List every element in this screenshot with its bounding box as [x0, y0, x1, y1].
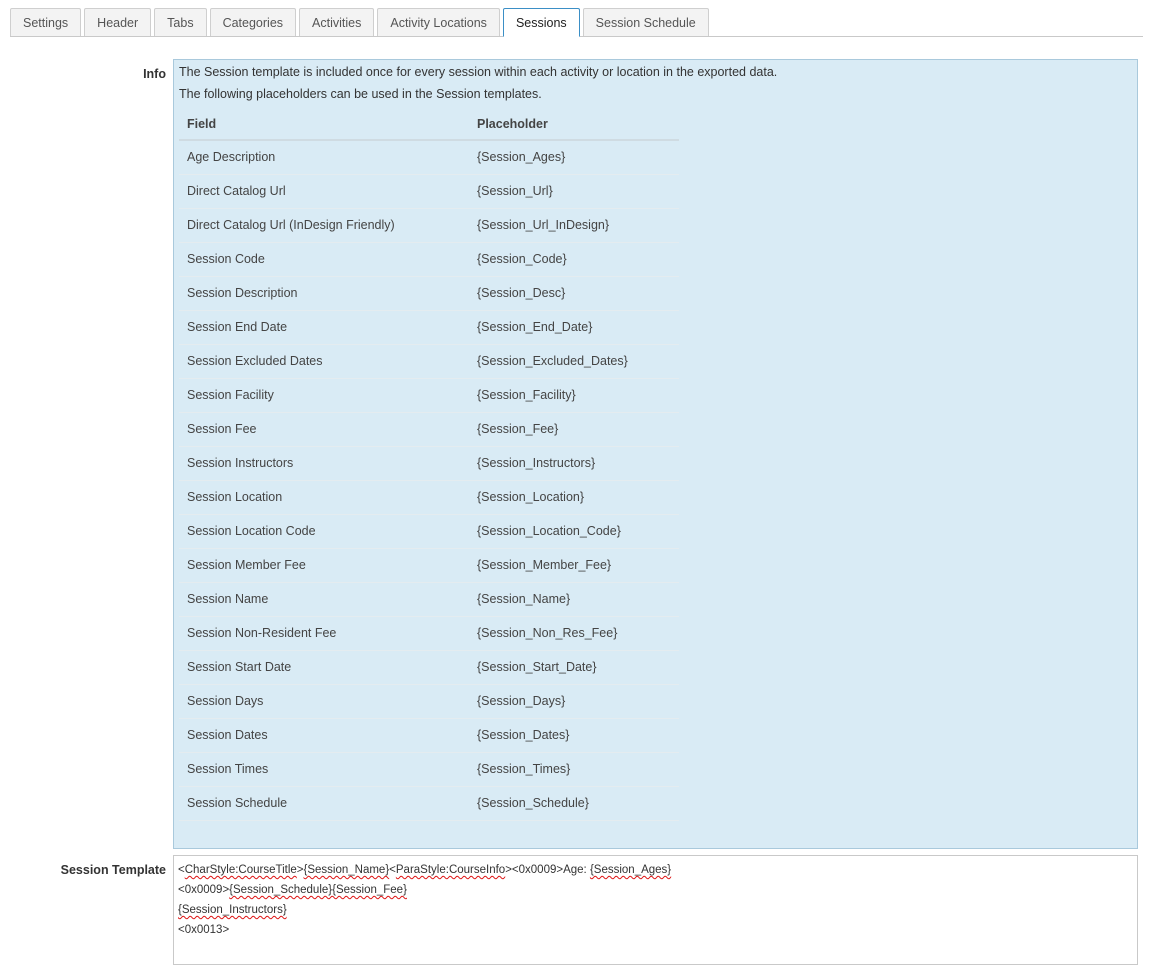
placeholder-cell: {Session_Fee}: [469, 412, 679, 447]
placeholder-cell: {Session_Url}: [469, 174, 679, 209]
template-text: <: [389, 864, 396, 876]
template-text: >: [296, 864, 304, 876]
table-row: Session Excluded Dates {Session_Excluded_…: [179, 344, 679, 379]
tab-sessions[interactable]: Sessions: [502, 8, 580, 37]
template-text: ><0x0009>Age:: [505, 864, 590, 876]
placeholder-cell: {Session_Code}: [469, 242, 679, 277]
table-header-row: Field Placeholder: [179, 108, 679, 141]
placeholder-cell: {Session_Name}: [469, 582, 679, 617]
placeholder-cell: {Session_Times}: [469, 752, 679, 787]
field-cell: Session Facility: [179, 378, 469, 413]
column-header-placeholder: Placeholder: [469, 108, 679, 141]
field-cell: Session Instructors: [179, 446, 469, 481]
field-cell: Session Times: [179, 752, 469, 787]
table-row: Session Instructors {Session_Instructors}: [179, 446, 679, 481]
placeholder-cell: {Session_Location}: [469, 480, 679, 515]
field-cell: Session Name: [179, 582, 469, 617]
field-cell: Session Dates: [179, 718, 469, 753]
field-cell: Session Schedule: [179, 786, 469, 821]
tab-bar: Settings Header Tabs Categories Activities Ac…: [10, 8, 1143, 37]
tab-header[interactable]: Header: [84, 8, 152, 36]
table-row: Direct Catalog Url (InDesign Friendly) {S…: [179, 208, 679, 243]
table-row: Session Non-Resident Fee {Session_Non_Res…: [179, 616, 679, 651]
template-text: <0x0009>: [178, 884, 230, 896]
placeholder-cell: {Session_Days}: [469, 684, 679, 719]
table-row: Session End Date {Session_End_Date}: [179, 310, 679, 345]
table-row: Session Times {Session_Times}: [179, 752, 679, 787]
table-row: Age Description {Session_Ages}: [179, 140, 679, 175]
placeholder-cell: {Session_Ages}: [469, 140, 679, 175]
session-template-editor[interactable]: <CharStyle:CourseTitle>{Session_Name}<Pa…: [173, 855, 1138, 965]
table-row: Session Code {Session_Code}: [179, 242, 679, 277]
tab-session-schedule[interactable]: Session Schedule: [582, 8, 709, 36]
placeholder-table: Field Placeholder Age Description {Sessio…: [179, 108, 679, 821]
info-description: The Session template is included once fo…: [179, 65, 778, 79]
column-header-field: Field: [179, 108, 469, 141]
template-token: CharStyle:CourseTitle: [184, 864, 297, 876]
field-cell: Session Non-Resident Fee: [179, 616, 469, 651]
placeholder-cell: {Session_Member_Fee}: [469, 548, 679, 583]
table-row: Session Location {Session_Location}: [179, 480, 679, 515]
placeholder-cell: {Session_Facility}: [469, 378, 679, 413]
field-cell: Session Days: [179, 684, 469, 719]
table-row: Session Name {Session_Name}: [179, 582, 679, 617]
table-row: Direct Catalog Url {Session_Url}: [179, 174, 679, 209]
tab-tabs[interactable]: Tabs: [154, 8, 207, 36]
template-token: {Session_Instructors}: [178, 904, 287, 916]
placeholder-cell: {Session_Schedule}: [469, 786, 679, 821]
placeholder-cell: {Session_Start_Date}: [469, 650, 679, 685]
info-panel: The Session template is included once fo…: [173, 59, 1138, 849]
template-line: <0x0009>{Session_Schedule}{Session_Fee}: [178, 880, 1133, 900]
field-cell: Session Start Date: [179, 650, 469, 685]
tab-activities[interactable]: Activities: [299, 8, 375, 36]
template-token: {Session_Schedule}{Session_Fee}: [229, 884, 407, 896]
field-cell: Age Description: [179, 140, 469, 175]
placeholder-cell: {Session_Location_Code}: [469, 514, 679, 549]
tab-categories[interactable]: Categories: [209, 8, 297, 36]
placeholder-cell: {Session_Non_Res_Fee}: [469, 616, 679, 651]
field-cell: Session Location Code: [179, 514, 469, 549]
placeholder-cell: {Session_Desc}: [469, 276, 679, 311]
table-row: Session Schedule {Session_Schedule}: [179, 786, 679, 821]
template-text: <0x0013>: [178, 924, 230, 936]
template-line: <0x0013>: [178, 920, 1133, 940]
info-label: Info: [143, 67, 166, 81]
placeholder-cell: {Session_Excluded_Dates}: [469, 344, 679, 379]
template-text: <: [178, 864, 185, 876]
table-row: Session Facility {Session_Facility}: [179, 378, 679, 413]
tab-activity-locations[interactable]: Activity Locations: [377, 8, 500, 36]
template-line: <CharStyle:CourseTitle>{Session_Name}<Pa…: [178, 860, 1133, 880]
field-cell: Session Member Fee: [179, 548, 469, 583]
field-cell: Session Location: [179, 480, 469, 515]
table-row: Session Member Fee {Session_Member_Fee}: [179, 548, 679, 583]
table-row: Session Days {Session_Days}: [179, 684, 679, 719]
tab-settings[interactable]: Settings: [10, 8, 82, 36]
info-placeholder-note: The following placeholders can be used i…: [179, 87, 542, 101]
template-line: {Session_Instructors}: [178, 900, 1133, 920]
placeholder-cell: {Session_Dates}: [469, 718, 679, 753]
table-row: Session Location Code {Session_Location_C…: [179, 514, 679, 549]
placeholder-cell: {Session_Url_InDesign}: [469, 208, 679, 243]
template-token: ParaStyle:CourseInfo: [395, 864, 506, 876]
table-row: Session Dates {Session_Dates}: [179, 718, 679, 753]
session-template-label: Session Template: [60, 863, 166, 877]
placeholder-cell: {Session_Instructors}: [469, 446, 679, 481]
field-cell: Session Fee: [179, 412, 469, 447]
field-cell: Session Code: [179, 242, 469, 277]
field-cell: Direct Catalog Url (InDesign Friendly): [179, 208, 469, 243]
field-cell: Session End Date: [179, 310, 469, 345]
table-row: Session Fee {Session_Fee}: [179, 412, 679, 447]
table-row: Session Description {Session_Desc}: [179, 276, 679, 311]
table-row: Session Start Date {Session_Start_Date}: [179, 650, 679, 685]
template-token: {Session_Name}: [303, 864, 390, 876]
field-cell: Session Description: [179, 276, 469, 311]
placeholder-cell: {Session_End_Date}: [469, 310, 679, 345]
field-cell: Session Excluded Dates: [179, 344, 469, 379]
template-token: {Session_Ages}: [589, 864, 672, 876]
field-cell: Direct Catalog Url: [179, 174, 469, 209]
